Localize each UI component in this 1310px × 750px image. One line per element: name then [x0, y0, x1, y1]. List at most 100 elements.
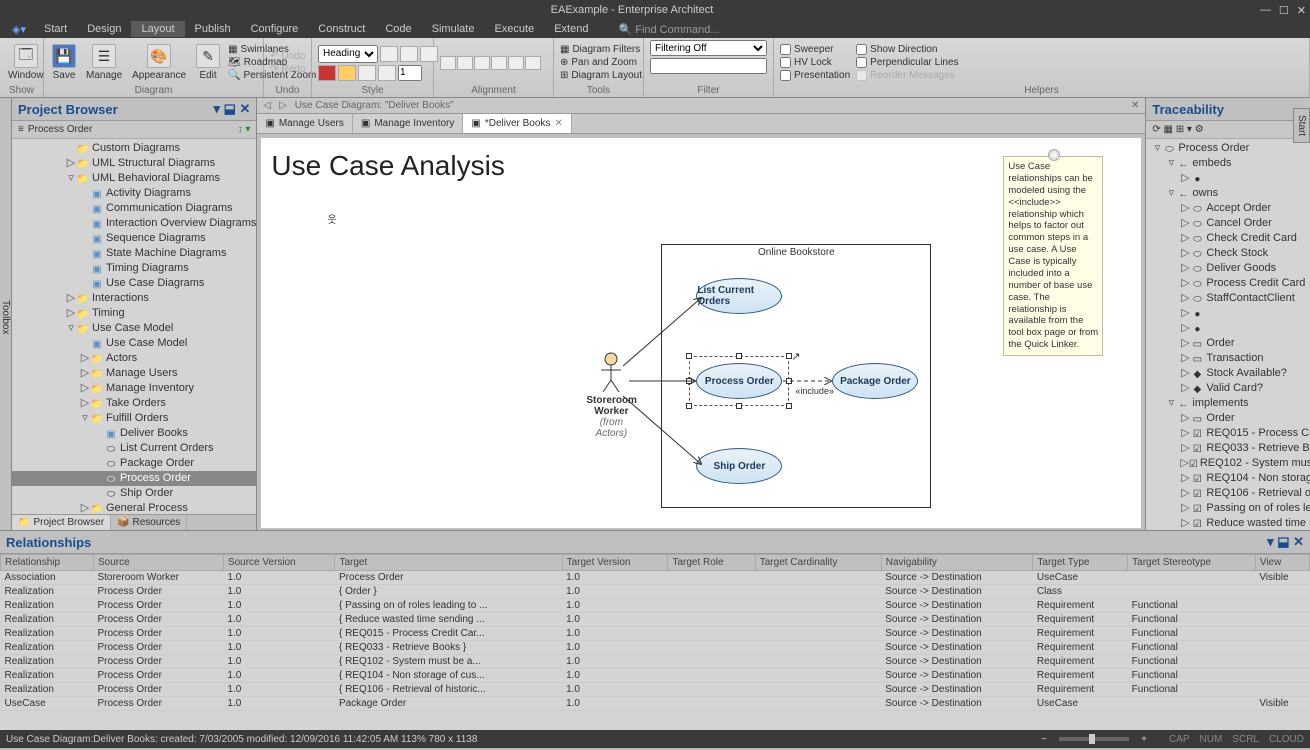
relationships-grid[interactable]: RelationshipSourceSource VersionTargetTa…	[0, 554, 1310, 730]
minimize-icon[interactable]: —	[1260, 4, 1271, 17]
find-command[interactable]: 🔍 Find Command...	[618, 23, 719, 36]
tree-item[interactable]: ▿←implements	[1146, 396, 1310, 411]
align-center-icon[interactable]	[457, 56, 473, 70]
usecase-process-order[interactable]: Process Order	[696, 363, 782, 399]
redo-button[interactable]: ↷ Redo	[270, 64, 305, 75]
doc-tab[interactable]: ▣Manage Users	[257, 114, 352, 133]
diagram-filters-option[interactable]: ▦ Diagram Filters	[560, 44, 642, 55]
edit-button[interactable]: ✎Edit	[194, 42, 222, 83]
close-diagram-icon[interactable]: ✕	[1131, 100, 1139, 111]
table-row[interactable]: RealizationProcess Order1.0{ Passing on …	[1, 599, 1310, 613]
line-color-icon[interactable]	[358, 65, 376, 81]
tree-item[interactable]: ▷📁Manage Inventory	[12, 381, 256, 396]
doc-tab[interactable]: ▣Manage Inventory	[353, 114, 464, 133]
font-color-icon[interactable]	[318, 65, 336, 81]
close-tab-icon[interactable]: ✕	[554, 118, 562, 129]
menu-execute[interactable]: Execute	[484, 21, 544, 37]
tree-item[interactable]: ▷⬭Deliver Goods	[1146, 261, 1310, 276]
app-icon[interactable]: ◈▾	[4, 23, 34, 36]
filter-mode-select[interactable]: Filtering Off	[650, 40, 767, 56]
nav-back-icon[interactable]: ◁	[263, 100, 271, 111]
close-icon[interactable]: ✕	[1297, 4, 1306, 17]
tree-item[interactable]: ⬭Process Order	[12, 471, 256, 486]
tree-item[interactable]: ▿←embeds	[1146, 156, 1310, 171]
diagram-canvas[interactable]: Use Case Analysis Use Case relationships…	[261, 138, 1141, 528]
align-bottom-icon[interactable]	[525, 56, 541, 70]
tree-item[interactable]: ▣Communication Diagrams	[12, 201, 256, 216]
tree-item[interactable]: ▷📁Interactions	[12, 291, 256, 306]
tree-item[interactable]: ▣Sequence Diagrams	[12, 231, 256, 246]
column-header[interactable]: Navigability	[881, 555, 1033, 571]
table-row[interactable]: RealizationProcess Order1.0{ REQ106 - Re…	[1, 683, 1310, 697]
usecase-package-order[interactable]: Package Order	[832, 363, 918, 399]
tree-item[interactable]: ▿📁UML Behavioral Diagrams	[12, 171, 256, 186]
tree-item[interactable]: ▷📁General Process	[12, 501, 256, 514]
quicklink-arrow-icon[interactable]: ↗	[791, 350, 800, 363]
menu-extend[interactable]: Extend	[544, 21, 598, 37]
nav-fwd-icon[interactable]: ▷	[279, 100, 287, 111]
usecase-ship-order[interactable]: Ship Order	[696, 448, 782, 484]
tree-item[interactable]: ▷📁Manage Users	[12, 366, 256, 381]
trace-toolbar[interactable]: ⟳ ▦ ⊞ ▾ ⚙	[1146, 121, 1310, 139]
tree-item[interactable]: ▷●	[1146, 306, 1310, 321]
table-row[interactable]: RealizationProcess Order1.0{ REQ033 - Re…	[1, 641, 1310, 655]
column-header[interactable]: Target Type	[1033, 555, 1128, 571]
tree-item[interactable]: ▷☑Passing on of roles leading to ineffic…	[1146, 501, 1310, 516]
align-middle-icon[interactable]	[508, 56, 524, 70]
tree-item[interactable]: ▣Activity Diagrams	[12, 186, 256, 201]
menu-configure[interactable]: Configure	[241, 21, 309, 37]
column-header[interactable]: Target Role	[668, 555, 755, 571]
align-right-icon[interactable]	[474, 56, 490, 70]
align-top-icon[interactable]	[491, 56, 507, 70]
tab-project-browser[interactable]: 📁 Project Browser	[12, 515, 111, 530]
tree-item[interactable]: ▷⬭Accept Order	[1146, 201, 1310, 216]
tree-item[interactable]: ▿⬭Process Order	[1146, 141, 1310, 156]
tree-item[interactable]: ▷▭Order	[1146, 336, 1310, 351]
table-row[interactable]: AssociationStoreroom Worker1.0Process Or…	[1, 571, 1310, 585]
table-row[interactable]: RealizationProcess Order1.0{ Reduce wast…	[1, 613, 1310, 627]
hvlock-checkbox[interactable]: HV Lock	[780, 57, 850, 68]
tree-item[interactable]: ⬭Ship Order	[12, 486, 256, 501]
tab-resources[interactable]: 📦 Resources	[111, 515, 187, 530]
tree-item[interactable]: ▷⬭Process Credit Card	[1146, 276, 1310, 291]
tree-item[interactable]: ▷☑REQ015 - Process Credit Card Payment	[1146, 426, 1310, 441]
column-header[interactable]: Source	[93, 555, 223, 571]
tree-item[interactable]: ⬭Package Order	[12, 456, 256, 471]
table-row[interactable]: RealizationProcess Order1.0{ REQ015 - Pr…	[1, 627, 1310, 641]
tree-item[interactable]: 📁Custom Diagrams	[12, 141, 256, 156]
tree-item[interactable]: ▣State Machine Diagrams	[12, 246, 256, 261]
tree-item[interactable]: ▷☑REQ106 - Retrieval of historic informa…	[1146, 486, 1310, 501]
tree-item[interactable]: ▣Use Case Model	[12, 336, 256, 351]
tree-item[interactable]: ▷📁Actors	[12, 351, 256, 366]
zoom-in-icon[interactable]: +	[1141, 734, 1147, 745]
filter-text-input[interactable]	[650, 58, 767, 74]
column-header[interactable]: Target	[335, 555, 562, 571]
align-left-icon[interactable]	[440, 56, 456, 70]
menu-simulate[interactable]: Simulate	[422, 21, 485, 37]
tree-item[interactable]: ▷📁UML Structural Diagrams	[12, 156, 256, 171]
table-row[interactable]: UseCaseProcess Order1.0Package Order1.0S…	[1, 697, 1310, 711]
tree-item[interactable]: ▿📁Fulfill Orders	[12, 411, 256, 426]
toolbox-rail[interactable]: Toolbox	[0, 98, 12, 530]
panel-pin-icon[interactable]: ▾ ⬓ ✕	[213, 101, 250, 116]
zoom-out-icon[interactable]: −	[1041, 734, 1047, 745]
tree-item[interactable]: ▷▭Transaction	[1146, 351, 1310, 366]
menu-publish[interactable]: Publish	[185, 21, 241, 37]
column-header[interactable]: Source Version	[223, 555, 335, 571]
table-row[interactable]: RealizationProcess Order1.0{ Order }1.0S…	[1, 585, 1310, 599]
tree-item[interactable]: ▷📁Timing	[12, 306, 256, 321]
tree-item[interactable]: ▷☑REQ033 - Retrieve Books	[1146, 441, 1310, 456]
tree-item[interactable]: ▿←owns	[1146, 186, 1310, 201]
perp-checkbox[interactable]: Perpendicular Lines	[856, 57, 958, 68]
diagram-note[interactable]: Use Case relationships can be modeled us…	[1003, 156, 1103, 356]
save-button[interactable]: 💾Save	[50, 42, 78, 83]
tree-item[interactable]: ▷⬭Check Stock	[1146, 246, 1310, 261]
tree-item[interactable]: ▷▭Order	[1146, 411, 1310, 426]
tree-item[interactable]: ▣Deliver Books	[12, 426, 256, 441]
column-header[interactable]: Target Version	[562, 555, 668, 571]
menu-construct[interactable]: Construct	[308, 21, 375, 37]
showdir-checkbox[interactable]: Show Direction	[856, 44, 958, 55]
tree-item[interactable]: ▷☑REQ102 - System must be able to cope w…	[1146, 456, 1310, 471]
tree-item[interactable]: ▷◆Stock Available?	[1146, 366, 1310, 381]
tree-item[interactable]: ▷☑REQ104 - Non storage of customer credi…	[1146, 471, 1310, 486]
